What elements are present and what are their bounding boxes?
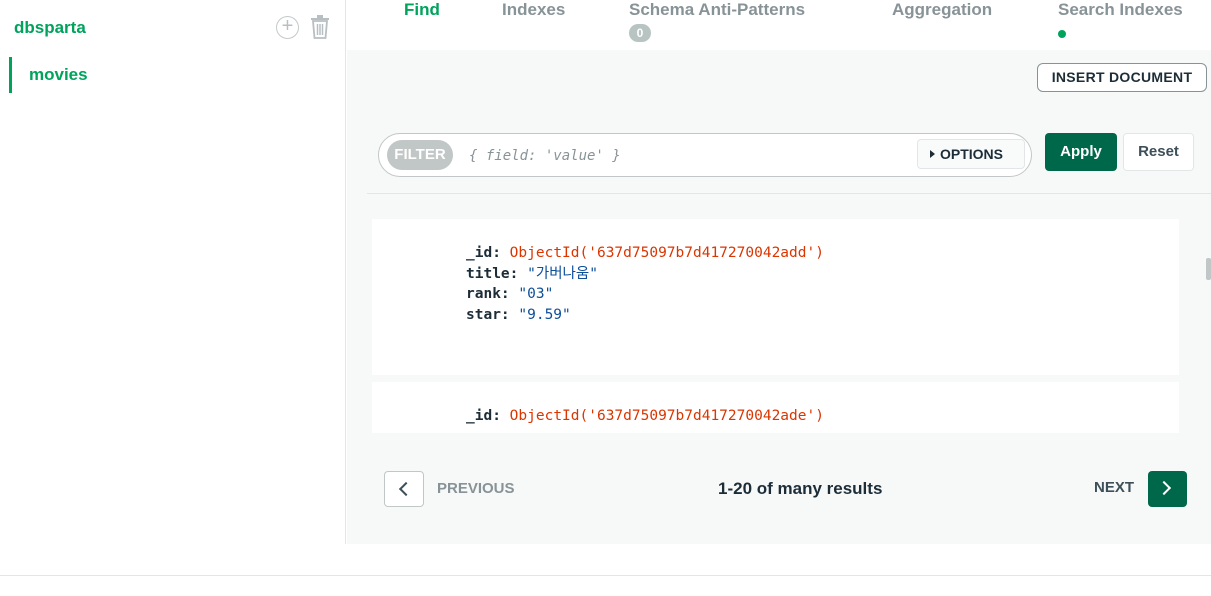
filter-label: FILTER <box>387 140 453 170</box>
trash-icon[interactable] <box>309 15 331 39</box>
document-list[interactable]: _id: ObjectId('637d75097b7d417270042add'… <box>372 219 1179 433</box>
main-panel: Find Indexes Schema Anti-Patterns 0 Aggr… <box>347 0 1211 544</box>
pagination: PREVIOUS 1-20 of many results NEXT <box>347 470 1211 510</box>
sidebar: dbsparta + movies <box>0 0 346 544</box>
scrollbar-thumb[interactable] <box>1206 258 1211 280</box>
chevron-left-icon <box>398 481 414 497</box>
tab-indexes[interactable]: Indexes <box>502 0 565 20</box>
filter-input[interactable] <box>469 145 899 167</box>
collection-name: movies <box>29 65 88 84</box>
caret-right-icon <box>930 150 935 158</box>
next-page-button[interactable] <box>1148 471 1187 507</box>
previous-page-button[interactable] <box>384 471 424 507</box>
database-actions: + <box>276 15 331 39</box>
insert-document-button[interactable]: INSERT DOCUMENT <box>1037 63 1207 92</box>
document-field: rank: "03" <box>466 286 554 302</box>
options-label: OPTIONS <box>940 146 1004 162</box>
results-count: 1-20 of many results <box>718 479 883 498</box>
app-window: dbsparta + movies Find Indexes Schema An… <box>0 0 1211 596</box>
document-field: _id: ObjectId('637d75097b7d417270042add'… <box>466 245 824 261</box>
database-row[interactable]: dbsparta + <box>14 14 331 42</box>
reset-button[interactable]: Reset <box>1123 133 1194 171</box>
document-field: _id: ObjectId('637d75097b7d417270042ade'… <box>466 408 824 424</box>
tab-find[interactable]: Find <box>404 0 440 20</box>
database-name[interactable]: dbsparta <box>14 18 86 38</box>
next-label[interactable]: NEXT <box>1094 479 1134 496</box>
anti-patterns-count-badge: 0 <box>629 24 651 42</box>
document-card[interactable]: _id: ObjectId('637d75097b7d417270042ade'… <box>372 382 1179 433</box>
chevron-right-icon <box>1156 480 1172 496</box>
add-collection-icon[interactable]: + <box>276 15 299 39</box>
apply-button[interactable]: Apply <box>1045 133 1117 171</box>
footer-divider <box>0 575 1211 576</box>
document-field: title: "가버나움" <box>466 265 598 282</box>
tab-search-indexes[interactable]: Search Indexes <box>1058 0 1183 20</box>
options-button[interactable]: OPTIONS <box>917 139 1025 169</box>
tab-aggregation[interactable]: Aggregation <box>892 0 992 20</box>
sidebar-item-movies[interactable]: movies <box>9 57 339 93</box>
divider <box>367 193 1211 194</box>
document-card[interactable]: _id: ObjectId('637d75097b7d417270042add'… <box>372 219 1179 375</box>
tab-schema-anti-patterns[interactable]: Schema Anti-Patterns <box>629 0 805 20</box>
previous-label[interactable]: PREVIOUS <box>437 480 515 497</box>
filter-bar: FILTER OPTIONS <box>378 133 1032 177</box>
tab-bar: Find Indexes Schema Anti-Patterns 0 Aggr… <box>347 0 1211 50</box>
new-feature-dot-icon <box>1058 30 1066 38</box>
document-field: star: "9.59" <box>466 306 571 323</box>
